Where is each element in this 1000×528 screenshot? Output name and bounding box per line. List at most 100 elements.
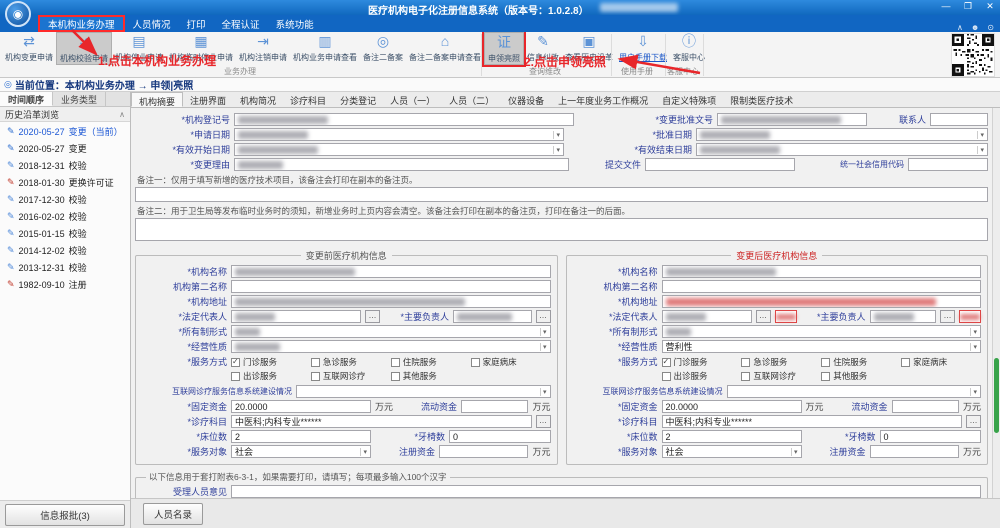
sidebar-tab[interactable]: 时间顺序: [0, 92, 53, 106]
target-select[interactable]: 社会: [662, 445, 802, 458]
menu-item[interactable]: 本机构业务办理: [38, 15, 125, 32]
subjects-input[interactable]: 中医科;内科专业******: [662, 415, 963, 428]
minimize-button[interactable]: —: [940, 1, 952, 12]
principal-picker-button[interactable]: …: [536, 310, 551, 323]
chairs-input[interactable]: 0: [449, 430, 551, 443]
service-checkbox[interactable]: 其他服务: [391, 370, 471, 382]
apply-date-select[interactable]: [234, 128, 564, 141]
valid-end-select[interactable]: [696, 143, 988, 156]
toolbar-button[interactable]: ⇄ 机构变更申请: [2, 32, 56, 65]
ownership-select[interactable]: [662, 325, 982, 338]
legal-rep-picker-button[interactable]: …: [365, 310, 380, 323]
ribbon-icon[interactable]: ⊙: [987, 17, 994, 35]
valid-start-select[interactable]: [234, 143, 564, 156]
history-item[interactable]: ✎ 2015-01-15 校验: [0, 225, 130, 242]
menu-item[interactable]: 全程认证: [214, 15, 268, 32]
service-checkbox[interactable]: 家庭病床: [901, 356, 981, 368]
content-tab[interactable]: 仪器设备: [501, 92, 551, 107]
history-item[interactable]: ✎ 2017-12-30 校验: [0, 191, 130, 208]
target-select[interactable]: 社会: [231, 445, 371, 458]
note2-textarea[interactable]: [135, 218, 988, 241]
principal-input[interactable]: [453, 310, 532, 323]
reg-fund-input[interactable]: [870, 445, 959, 458]
service-checkbox[interactable]: 家庭病床: [471, 356, 551, 368]
subjects-input[interactable]: 中医科;内科专业******: [231, 415, 532, 428]
internet-select[interactable]: [727, 385, 982, 398]
toolbar-button[interactable]: ▥ 机构业务申请查看: [290, 32, 360, 65]
principal-input[interactable]: [870, 310, 937, 323]
content-tab[interactable]: 人员（二）: [442, 92, 501, 107]
history-item[interactable]: ✎ 2018-01-30 更换许可证: [0, 174, 130, 191]
content-tab[interactable]: 注册界面: [183, 92, 233, 107]
principal-picker-button[interactable]: …: [940, 310, 955, 323]
fixed-fund-input[interactable]: 20.0000: [231, 400, 371, 413]
menu-item[interactable]: 系统功能: [268, 15, 322, 32]
history-item[interactable]: ✎ 2014-12-02 校验: [0, 242, 130, 259]
ribbon-icon[interactable]: ∧: [957, 17, 963, 35]
service-checkbox[interactable]: 住院服务: [821, 356, 901, 368]
history-item[interactable]: ✎ 2016-02-02 校验: [0, 208, 130, 225]
legal-rep-change-button[interactable]: [775, 310, 797, 323]
content-tab[interactable]: 机构摘要: [131, 92, 183, 107]
change-reason-input[interactable]: [234, 158, 569, 171]
toolbar-button[interactable]: ◎ 备注二备案: [360, 32, 406, 65]
collapse-icon[interactable]: ∧: [119, 110, 125, 119]
second-name-input[interactable]: [231, 280, 551, 293]
history-item[interactable]: ✎ 2018-12-31 校验: [0, 157, 130, 174]
reg-fund-input[interactable]: [439, 445, 528, 458]
service-checkbox[interactable]: 门诊服务: [662, 356, 742, 368]
service-checkbox[interactable]: 互联网诊疗: [741, 370, 821, 382]
ownership-select[interactable]: [231, 325, 551, 338]
service-checkbox[interactable]: 其他服务: [821, 370, 901, 382]
service-checkbox[interactable]: 出诊服务: [662, 370, 742, 382]
content-tab[interactable]: 分类登记: [333, 92, 383, 107]
sidebar-tab[interactable]: 业务类型: [53, 92, 106, 106]
nature-select[interactable]: 营利性: [662, 340, 982, 353]
service-checkbox[interactable]: 互联网诊疗: [311, 370, 391, 382]
service-checkbox[interactable]: 出诊服务: [231, 370, 311, 382]
submit-file-input[interactable]: [645, 158, 795, 171]
scrollbar-thumb[interactable]: [994, 358, 999, 433]
content-tab[interactable]: 诊疗科目: [283, 92, 333, 107]
reg-no-input[interactable]: [234, 113, 574, 126]
org-name-input[interactable]: [231, 265, 551, 278]
legal-rep-input[interactable]: [662, 310, 752, 323]
service-checkbox[interactable]: 住院服务: [391, 356, 471, 368]
note1-textarea[interactable]: [135, 187, 988, 202]
nature-select[interactable]: [231, 340, 551, 353]
content-tab[interactable]: 自定义特殊项: [655, 92, 723, 107]
legal-rep-picker-button[interactable]: …: [756, 310, 771, 323]
service-checkbox[interactable]: 急诊服务: [741, 356, 821, 368]
address-input[interactable]: [231, 295, 551, 308]
approve-date-select[interactable]: [696, 128, 988, 141]
history-item[interactable]: ✎ 2013-12-31 校验: [0, 259, 130, 276]
legal-rep-input[interactable]: [231, 310, 361, 323]
toolbar-button[interactable]: ⇥ 机构注销申请: [236, 32, 290, 65]
service-checkbox[interactable]: 急诊服务: [311, 356, 391, 368]
content-tab[interactable]: 限制类医疗技术: [723, 92, 800, 107]
current-fund-input[interactable]: [461, 400, 528, 413]
content-tab[interactable]: 人员（一）: [383, 92, 442, 107]
credit-code-input[interactable]: [908, 158, 988, 171]
menu-item[interactable]: 人员情况: [125, 15, 179, 32]
internet-select[interactable]: [296, 385, 551, 398]
current-fund-input[interactable]: [892, 400, 959, 413]
address-input[interactable]: [662, 295, 982, 308]
personnel-list-button[interactable]: 人员名录: [143, 503, 203, 525]
subjects-picker-button[interactable]: …: [966, 415, 981, 428]
history-item[interactable]: ✎ 1982-09-10 注册: [0, 276, 130, 293]
beds-input[interactable]: 2: [231, 430, 371, 443]
history-item[interactable]: ✎ 2020-05-27 变更（当前）: [0, 123, 130, 140]
service-checkbox[interactable]: 门诊服务: [231, 356, 311, 368]
maximize-button[interactable]: ❐: [962, 1, 974, 12]
ribbon-icon[interactable]: ☻: [971, 17, 979, 35]
chairs-input[interactable]: 0: [880, 430, 982, 443]
fixed-fund-input[interactable]: 20.0000: [662, 400, 802, 413]
vertical-scrollbar[interactable]: [992, 108, 1000, 498]
history-item[interactable]: ✎ 2020-05-27 变更: [0, 140, 130, 157]
content-tab[interactable]: 机构简况: [233, 92, 283, 107]
contact-input[interactable]: [930, 113, 988, 126]
history-section-header[interactable]: 历史沿革浏览 ∧: [0, 107, 130, 122]
beds-input[interactable]: 2: [662, 430, 802, 443]
report-info-button[interactable]: 信息报批(3): [5, 504, 125, 526]
